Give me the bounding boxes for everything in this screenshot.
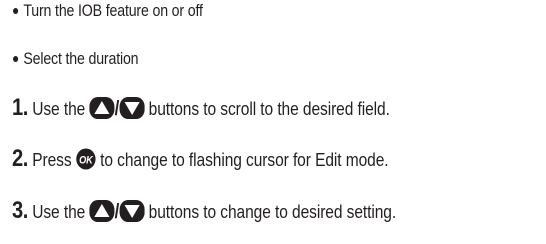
step-number: 1. [12, 94, 28, 121]
bullet-dot [13, 7, 19, 14]
step-number: 3. [12, 197, 28, 224]
down-arrow-button-icon [119, 200, 145, 223]
step-text-before: Use the [32, 98, 86, 119]
step-1: 1. Use the / buttons to scroll to the de… [12, 94, 390, 122]
up-arrow-button-icon [89, 97, 115, 120]
bullet-text: Turn the IOB feature on or off [23, 2, 203, 20]
step-3: 3. Use the / buttons to change to desire… [12, 197, 396, 225]
step-number: 2. [12, 145, 28, 172]
step-text-after: buttons to change to desired setting. [148, 201, 397, 222]
step-2: 2. Press OK to change to flashing cursor… [12, 145, 389, 173]
step-text-after: to change to flashing cursor for Edit mo… [100, 149, 389, 170]
ok-button-icon: OK [76, 148, 96, 170]
step-text-before: Use the [32, 201, 86, 222]
ok-button-label: OK [79, 155, 93, 167]
instruction-page: Turn the IOB feature on or off Select th… [0, 0, 546, 244]
bullet-item-iob-toggle: Turn the IOB feature on or off [13, 2, 203, 21]
bullet-dot [13, 55, 19, 62]
step-text-before: Press [32, 149, 72, 170]
up-arrow-button-icon [89, 200, 115, 223]
bullet-item-duration: Select the duration [13, 50, 139, 69]
down-arrow-button-icon [119, 97, 145, 120]
bullet-text: Select the duration [23, 50, 139, 68]
step-text-after: buttons to scroll to the desired field. [148, 98, 390, 119]
